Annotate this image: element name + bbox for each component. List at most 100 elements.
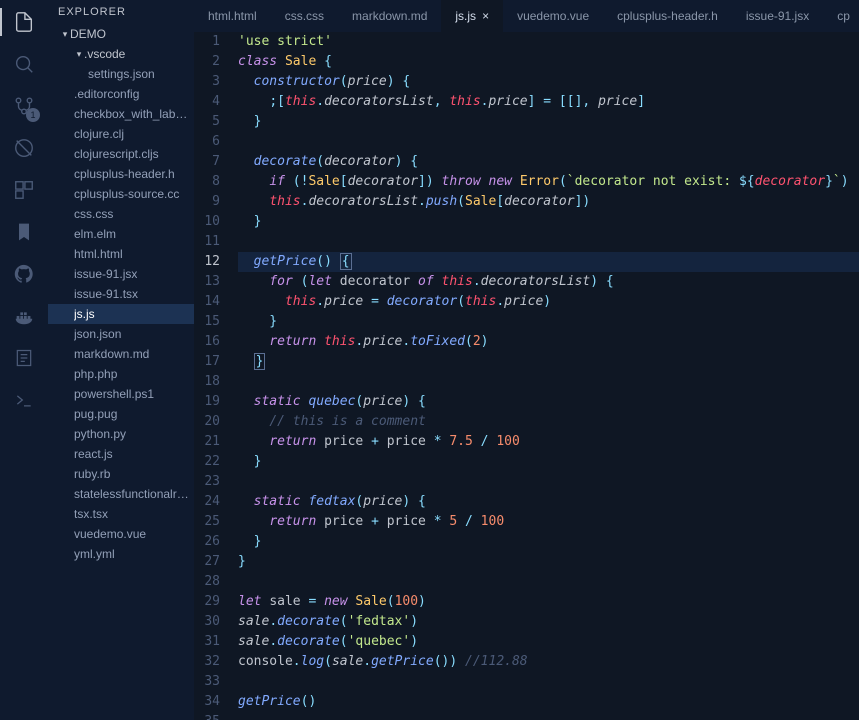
tree-file[interactable]: vuedemo.vue <box>48 524 194 544</box>
tree-file[interactable]: ruby.rb <box>48 464 194 484</box>
code-line <box>238 232 859 252</box>
tree-file[interactable]: powershell.ps1 <box>48 384 194 404</box>
code-line <box>238 132 859 152</box>
code-line: class Sale { <box>238 52 859 72</box>
code-line: return price + price * 5 / 100 <box>238 512 859 532</box>
code-line: } <box>238 552 859 572</box>
code-line: getPrice() { <box>238 252 859 272</box>
activity-bar: 1 <box>0 0 48 720</box>
code-line: for (let decorator of this.decoratorsLis… <box>238 272 859 292</box>
code-area[interactable]: 'use strict'class Sale { constructor(pri… <box>238 32 859 720</box>
tree-file[interactable]: html.html <box>48 244 194 264</box>
line-number: 30 <box>194 612 220 632</box>
code-line: static fedtax(price) { <box>238 492 859 512</box>
github-icon[interactable] <box>10 260 38 288</box>
tree-file[interactable]: checkbox_with_label… <box>48 104 194 124</box>
code-line: static quebec(price) { <box>238 392 859 412</box>
line-number: 4 <box>194 92 220 112</box>
line-number: 32 <box>194 652 220 672</box>
tab-label: vuedemo.vue <box>517 9 589 23</box>
code-line: if (!Sale[decorator]) throw new Error(`d… <box>238 172 859 192</box>
code-line <box>238 572 859 592</box>
tab-label: js.js <box>455 9 476 23</box>
tree-file[interactable]: json.json <box>48 324 194 344</box>
tree-file[interactable]: css.css <box>48 204 194 224</box>
tree-folder-root[interactable]: ▾ DEMO <box>48 24 194 44</box>
gutter: 1234567891011121314151617181920212223242… <box>194 32 238 720</box>
tab-label: html.html <box>208 9 257 23</box>
tree-file[interactable]: tsx.tsx <box>48 504 194 524</box>
files-icon[interactable] <box>10 8 38 36</box>
code-line: // this is a comment <box>238 412 859 432</box>
line-number: 2 <box>194 52 220 72</box>
tab-label: markdown.md <box>352 9 427 23</box>
line-number: 10 <box>194 212 220 232</box>
line-number: 28 <box>194 572 220 592</box>
code-line: this.price = decorator(this.price) <box>238 292 859 312</box>
tab[interactable]: cp <box>823 0 859 32</box>
line-number: 24 <box>194 492 220 512</box>
sidebar-title: EXPLORER <box>48 0 194 24</box>
extensions-icon[interactable] <box>10 176 38 204</box>
line-number: 18 <box>194 372 220 392</box>
line-number: 20 <box>194 412 220 432</box>
tab[interactable]: issue-91.jsx <box>732 0 823 32</box>
line-number: 11 <box>194 232 220 252</box>
line-number: 13 <box>194 272 220 292</box>
tree-file[interactable]: issue-91.jsx <box>48 264 194 284</box>
tree-file[interactable]: php.php <box>48 364 194 384</box>
docker-icon[interactable] <box>10 302 38 330</box>
code-line <box>238 472 859 492</box>
tree-file[interactable]: markdown.md <box>48 344 194 364</box>
tree-file[interactable]: .editorconfig <box>48 84 194 104</box>
tree-file[interactable]: elm.elm <box>48 224 194 244</box>
line-number: 35 <box>194 712 220 720</box>
code-line: sale.decorate('quebec') <box>238 632 859 652</box>
line-number: 17 <box>194 352 220 372</box>
tree-file[interactable]: yml.yml <box>48 544 194 564</box>
code-line: } <box>238 212 859 232</box>
tree-file[interactable]: settings.json <box>48 64 194 84</box>
tab[interactable]: css.css <box>271 0 338 32</box>
search-icon[interactable] <box>10 50 38 78</box>
tree-file[interactable]: issue-91.tsx <box>48 284 194 304</box>
tree-file[interactable]: statelessfunctionalr… <box>48 484 194 504</box>
bookmark-icon[interactable] <box>10 218 38 246</box>
line-number: 19 <box>194 392 220 412</box>
line-number: 25 <box>194 512 220 532</box>
line-number: 5 <box>194 112 220 132</box>
todo-icon[interactable] <box>10 344 38 372</box>
tab[interactable]: html.html <box>194 0 271 32</box>
tree-file[interactable]: clojurescript.cljs <box>48 144 194 164</box>
line-number: 16 <box>194 332 220 352</box>
scm-badge: 1 <box>26 108 40 122</box>
code-line: } <box>238 532 859 552</box>
tree-file[interactable]: react.js <box>48 444 194 464</box>
line-number: 14 <box>194 292 220 312</box>
tree-file[interactable]: cplusplus-header.h <box>48 164 194 184</box>
tree-file[interactable]: python.py <box>48 424 194 444</box>
tab[interactable]: vuedemo.vue <box>503 0 603 32</box>
line-number: 8 <box>194 172 220 192</box>
line-number: 7 <box>194 152 220 172</box>
tree-file[interactable]: cplusplus-source.cc <box>48 184 194 204</box>
tree-folder-vscode[interactable]: ▾ .vscode <box>48 44 194 64</box>
tab-bar: html.html css.css markdown.md js.js × vuedemo… <box>194 0 859 32</box>
debug-icon[interactable] <box>10 134 38 162</box>
terminal-icon[interactable] <box>10 386 38 414</box>
tree-file[interactable]: pug.pug <box>48 404 194 424</box>
code-line: constructor(price) { <box>238 72 859 92</box>
source-control-icon[interactable]: 1 <box>10 92 38 120</box>
line-number: 6 <box>194 132 220 152</box>
editor[interactable]: 1234567891011121314151617181920212223242… <box>194 32 859 720</box>
code-line: } <box>238 452 859 472</box>
tab[interactable]: js.js × <box>441 0 503 32</box>
line-number: 15 <box>194 312 220 332</box>
tree-file[interactable]: js.js <box>48 304 194 324</box>
tab[interactable]: markdown.md <box>338 0 441 32</box>
tree-file[interactable]: clojure.clj <box>48 124 194 144</box>
tab-label: css.css <box>285 9 324 23</box>
close-icon[interactable]: × <box>482 9 489 23</box>
code-line: let sale = new Sale(100) <box>238 592 859 612</box>
tab[interactable]: cplusplus-header.h <box>603 0 732 32</box>
